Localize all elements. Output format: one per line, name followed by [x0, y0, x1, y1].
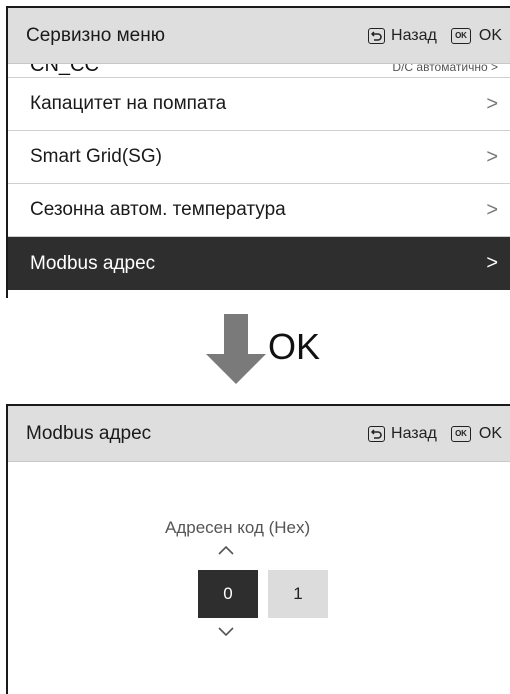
- back-icon[interactable]: [368, 27, 386, 44]
- header-nav: Назад OK OK: [368, 425, 510, 443]
- chevron-right-icon: >: [486, 92, 498, 115]
- chevron-down-icon[interactable]: [218, 624, 234, 642]
- chevron-right-icon: >: [486, 252, 498, 274]
- page-title: Сервизно меню: [26, 24, 165, 46]
- transition-label: OK: [268, 326, 321, 367]
- menu-item-label: CN_CC: [30, 64, 99, 76]
- menu-item-value: D/C автоматично >: [392, 64, 498, 74]
- menu-item-label: Smart Grid(SG): [30, 146, 162, 167]
- header-nav: Назад OK OK: [368, 27, 510, 45]
- arrow-head: [206, 354, 266, 384]
- menu-item-smart-grid[interactable]: Smart Grid(SG) >: [8, 131, 510, 184]
- menu-item-cn-cc[interactable]: CN_CC D/C автоматично >: [8, 64, 510, 78]
- menu-item-pump-capacity[interactable]: Капацитет на помпата >: [8, 78, 510, 131]
- address-digit-0[interactable]: 0: [198, 570, 258, 618]
- address-digit-1[interactable]: 1: [268, 570, 328, 618]
- menu-item-label: Капацитет на помпата: [30, 93, 227, 114]
- service-menu-header: Сервизно меню Назад OK OK: [8, 8, 510, 64]
- back-button[interactable]: Назад: [391, 27, 437, 45]
- address-code-label: Адресен код (Hex): [165, 518, 311, 537]
- chevron-right-icon: >: [486, 198, 498, 221]
- menu-item-label: Modbus адрес: [30, 252, 156, 274]
- ok-button[interactable]: OK: [479, 425, 502, 443]
- menu-item-modbus-address[interactable]: Modbus адрес >: [8, 237, 510, 290]
- menu-item-seasonal-auto-temp[interactable]: Сезонна автом. температура >: [8, 184, 510, 237]
- ok-icon[interactable]: OK: [450, 27, 471, 44]
- ok-button[interactable]: OK: [479, 27, 502, 45]
- back-icon[interactable]: [368, 425, 386, 442]
- modbus-address-header: Modbus адрес Назад OK OK: [8, 406, 510, 462]
- chevron-right-icon: >: [486, 145, 498, 168]
- modbus-address-screen: Modbus адрес Назад OK OK: [6, 404, 510, 694]
- page-title: Modbus адрес: [26, 422, 152, 444]
- back-button[interactable]: Назад: [391, 425, 437, 443]
- chevron-up-icon[interactable]: [218, 542, 234, 560]
- arrow-down-icon: [224, 314, 248, 356]
- service-menu-screen: Сервизно меню Назад OK OK CN_CC D/C авто…: [6, 6, 510, 298]
- modbus-content: [8, 462, 510, 694]
- ok-icon[interactable]: OK: [450, 425, 471, 442]
- transition-arrow: OK: [0, 310, 510, 390]
- menu-item-label: Сезонна автом. температура: [30, 199, 286, 220]
